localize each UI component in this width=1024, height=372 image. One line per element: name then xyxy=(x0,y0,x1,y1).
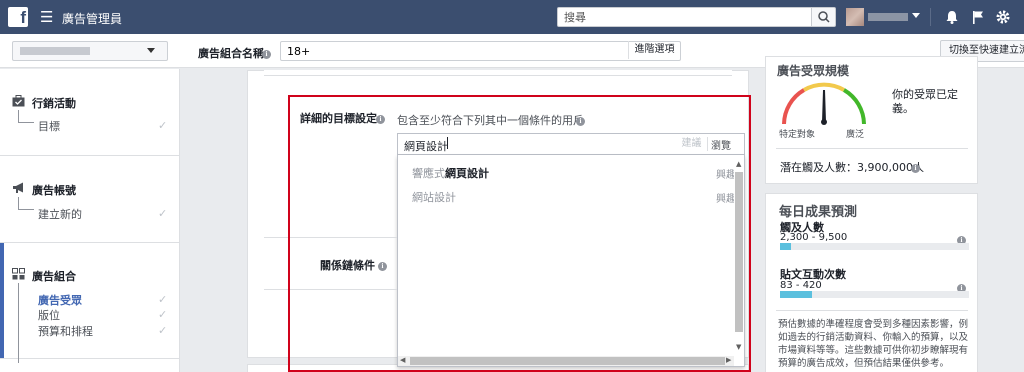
nav-ad-set-title[interactable]: 廣告組合 xyxy=(32,268,76,284)
nav-section-ad-account: 廣告帳號 建立新的 ✓ xyxy=(0,156,180,243)
audience-defined-text: 你的受眾已定義。 xyxy=(892,88,958,115)
profile-name[interactable] xyxy=(868,13,908,21)
flag-icon[interactable] xyxy=(970,9,986,28)
engagement-range: 83 - 420 xyxy=(780,280,822,291)
nav-item-placement[interactable]: 版位 xyxy=(38,307,60,323)
reach-bar-fill xyxy=(780,243,791,250)
grid-icon xyxy=(12,268,25,283)
divider xyxy=(776,310,968,311)
gauge-broad-label: 廣泛 xyxy=(846,130,865,140)
menu-icon[interactable]: ☰ xyxy=(40,8,53,26)
daily-results-title: 每日成果預測 xyxy=(779,205,858,220)
nav-section-ad-set: 廣告組合 廣告受眾 ✓ 版位 ✓ 預算和排程 ✓ xyxy=(0,243,180,363)
adset-name-input[interactable] xyxy=(280,41,681,61)
advanced-options-link[interactable]: 進階選項 xyxy=(628,41,680,59)
audience-gauge xyxy=(776,82,872,131)
bell-icon[interactable] xyxy=(944,9,960,28)
check-icon: ✓ xyxy=(158,293,168,306)
briefcase-icon xyxy=(12,95,25,110)
estimate-disclaimer: 預估數據的準確程度會受到多種因素影響，例如過去的行銷活動資料、你輸入的預算，以及… xyxy=(778,319,969,369)
check-icon: ✓ xyxy=(158,308,168,321)
divider xyxy=(776,148,968,149)
nav-section-campaign: 行銷活動 目標 ✓ xyxy=(0,69,180,156)
audience-size-title: 廣告受眾規模 xyxy=(777,64,850,78)
tree-line xyxy=(18,197,34,210)
facebook-logo-icon[interactable]: f xyxy=(8,7,28,27)
search-input[interactable] xyxy=(557,7,812,27)
gauge-specific-label: 特定對象 xyxy=(779,130,816,140)
check-icon: ✓ xyxy=(158,119,168,132)
nav-item-audience[interactable]: 廣告受眾 xyxy=(38,292,82,308)
search-button[interactable] xyxy=(812,7,836,27)
check-icon: ✓ xyxy=(158,207,168,220)
divider xyxy=(264,70,732,76)
highlight-box xyxy=(288,95,751,372)
reach-bar-track xyxy=(780,243,969,250)
nav-item-create-new[interactable]: 建立新的 xyxy=(38,206,82,222)
reach-range: 2,300 - 9,500 xyxy=(780,232,848,243)
nav-item-budget-schedule[interactable]: 預算和排程 xyxy=(38,323,93,339)
avatar[interactable] xyxy=(846,8,864,26)
info-icon[interactable]: i xyxy=(911,160,920,173)
chevron-down-icon[interactable] xyxy=(147,48,155,53)
nav-item-objective[interactable]: 目標 xyxy=(38,118,60,134)
gear-icon[interactable] xyxy=(995,9,1011,28)
search-icon xyxy=(818,11,830,23)
engagement-bar-fill xyxy=(780,291,812,298)
chevron-down-icon[interactable] xyxy=(912,13,920,18)
check-icon: ✓ xyxy=(158,324,168,337)
tree-line xyxy=(18,283,34,363)
app-title: 廣告管理員 xyxy=(62,12,123,26)
potential-reach-text: 潛在觸及人數：3,900,000人 xyxy=(780,161,924,174)
megaphone-icon xyxy=(12,182,26,197)
tree-line xyxy=(18,110,34,123)
account-name xyxy=(20,47,90,55)
nav-ad-account-title[interactable]: 廣告帳號 xyxy=(32,182,76,198)
nav-campaign-title[interactable]: 行銷活動 xyxy=(32,95,76,111)
info-icon[interactable]: i xyxy=(262,46,271,59)
divider xyxy=(930,8,931,26)
adset-name-label: 廣告組合名稱 xyxy=(198,47,264,60)
